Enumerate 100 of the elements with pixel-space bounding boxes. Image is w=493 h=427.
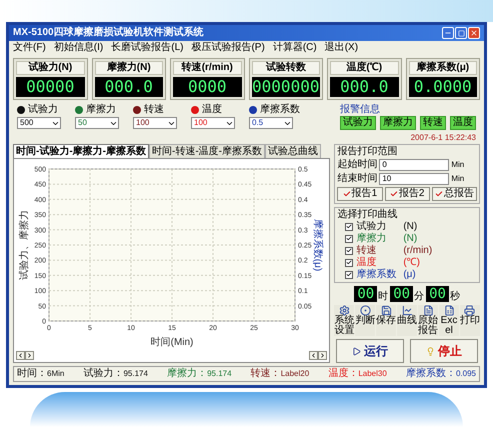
- alarm-indicator: 试验力: [340, 116, 376, 130]
- tab[interactable]: 时间-试验力-摩擦力-摩擦系数: [13, 144, 149, 158]
- readout-display: 0000000: [252, 77, 320, 97]
- readout-label: 摩擦力(N): [94, 61, 163, 75]
- scale-dropdown[interactable]: 100: [191, 117, 235, 129]
- timer-unit: 分: [414, 292, 424, 302]
- minimize-button[interactable]: [442, 27, 454, 39]
- timer-display: 00: [354, 286, 378, 302]
- curve-label: 摩擦力: [356, 233, 388, 244]
- readout-display: 0.0000: [408, 77, 477, 97]
- toolbar-button[interactable]: 打印: [460, 305, 480, 336]
- menu-item[interactable]: 长磨试验报告(L): [111, 43, 184, 53]
- timer-unit: 秒: [450, 292, 460, 302]
- save-icon: [380, 305, 392, 316]
- menu-item[interactable]: 计算器(C): [272, 43, 317, 53]
- scroll-left-button[interactable]: [16, 351, 25, 360]
- status-item: 摩擦系数：0.095: [406, 368, 476, 380]
- x-axis-title: 时间(Min): [150, 337, 194, 348]
- checkbox[interactable]: [345, 222, 354, 230]
- run-button[interactable]: 运行: [336, 339, 404, 363]
- unit-label: (N): [403, 233, 418, 244]
- checkbox[interactable]: [345, 246, 354, 254]
- toolbar-button[interactable]: Excel: [439, 305, 459, 336]
- readout-label: 试验力(N): [16, 61, 84, 75]
- readout-label: 温度(℃): [330, 61, 398, 75]
- status-item: 摩擦力：95.174: [167, 368, 232, 380]
- check-icon: [434, 190, 443, 198]
- play-icon: [352, 346, 362, 356]
- date-time: 2007-6-1 15:22:43: [410, 134, 476, 142]
- toolbar-button[interactable]: 系统设置: [334, 305, 354, 336]
- alarm-indicator: 摩擦力: [380, 116, 416, 130]
- readout-label: 试验转数: [252, 61, 320, 75]
- legend-label: 摩擦系数: [260, 105, 300, 115]
- readout-label: 摩擦系数(μ): [408, 61, 477, 75]
- unit-label: Min: [451, 161, 464, 169]
- arrow-right-icon: [26, 352, 33, 359]
- window-title: MX-5100四球摩擦磨损试验机软件测试系统: [13, 28, 205, 38]
- field-label: 结束时间: [337, 174, 378, 184]
- tab[interactable]: 时间-转速-温度-摩擦系数: [149, 144, 265, 158]
- time-input-field[interactable]: 10: [379, 173, 450, 185]
- stop-button[interactable]: 停止: [410, 339, 478, 363]
- scale-dropdown[interactable]: 500: [17, 117, 61, 129]
- status-item: 时间：6Min: [17, 368, 64, 380]
- y-axis-title: 试验力、摩擦力: [18, 210, 30, 280]
- maximize-icon: [458, 30, 464, 36]
- menu-item[interactable]: 退出(X): [324, 43, 358, 53]
- right-axis-title: 摩擦系数(μ): [312, 218, 323, 272]
- timer-display: 00: [426, 286, 449, 302]
- unit-label: (r/min): [403, 245, 432, 256]
- readout-display: 000.0: [94, 77, 163, 97]
- scale-dropdown[interactable]: 100: [133, 117, 177, 129]
- readout-display: 0000: [173, 77, 242, 97]
- report-button[interactable]: 报告1: [337, 187, 383, 201]
- time-input-field[interactable]: 0: [379, 159, 450, 171]
- toolbar-button[interactable]: 原始报告: [418, 305, 438, 336]
- toolbar-button[interactable]: 曲线: [397, 305, 418, 336]
- tab[interactable]: 试验总曲线: [265, 144, 321, 158]
- report-button[interactable]: 报告2: [384, 187, 430, 201]
- section-title: 报告打印范围: [337, 147, 398, 157]
- unit-label: (μ): [403, 269, 416, 280]
- maximize-button[interactable]: [455, 27, 467, 39]
- scroll-right-button[interactable]: [318, 351, 328, 360]
- curve-label: 转速: [356, 245, 378, 256]
- unit-label: (N): [403, 221, 418, 232]
- readout-display: 00000: [16, 77, 84, 97]
- report-button[interactable]: 总报告: [432, 187, 478, 201]
- scroll-right-button[interactable]: [25, 351, 34, 360]
- circle-icon: [360, 305, 371, 316]
- check-icon: [342, 190, 351, 198]
- menu-item[interactable]: 文件(F): [13, 43, 46, 53]
- section-title: 选择打印曲线: [337, 210, 398, 220]
- legend-label: 转速: [144, 105, 164, 115]
- menu-item[interactable]: 初始信息(I): [54, 43, 104, 53]
- alarm-indicator: 转速: [420, 116, 446, 130]
- status-item: 温度：Label30: [328, 368, 387, 380]
- arrow-left-icon: [17, 352, 24, 359]
- document-icon: [422, 305, 434, 316]
- spreadsheet-icon: [444, 305, 454, 316]
- close-button[interactable]: [468, 27, 480, 39]
- checkbox[interactable]: [345, 234, 354, 242]
- checkbox[interactable]: [345, 270, 354, 278]
- readout-label: 转速(r/min): [173, 61, 242, 75]
- alarm-indicator: 温度: [450, 116, 476, 130]
- scale-dropdown[interactable]: 0.5: [249, 117, 293, 129]
- checkbox[interactable]: [345, 258, 354, 266]
- field-label: 起始时间: [337, 160, 378, 170]
- menu-item[interactable]: 极压试验报告(P): [191, 43, 265, 53]
- arrow-right-icon: [319, 352, 326, 359]
- arrow-left-icon: [310, 352, 318, 359]
- timer-display: 00: [390, 286, 414, 302]
- close-icon: [470, 29, 478, 37]
- toolbar-button[interactable]: 保存: [376, 305, 396, 336]
- status-item: 试验力：95.174: [83, 368, 148, 380]
- status-item: 转速：Label20: [250, 368, 310, 380]
- unit-label: Min: [451, 175, 464, 183]
- scale-dropdown[interactable]: 50: [75, 117, 119, 129]
- legend-label: 试验力: [28, 105, 58, 115]
- settings-icon: [338, 305, 350, 316]
- scroll-left-button[interactable]: [309, 351, 318, 360]
- toolbar-button[interactable]: 判断: [355, 305, 376, 336]
